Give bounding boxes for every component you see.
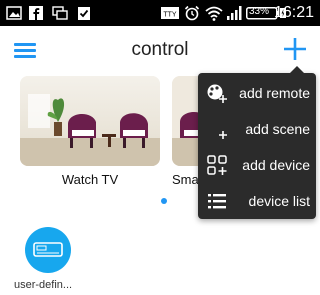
menu-item-label: add scene [245,121,310,137]
page-dot-active [161,198,167,204]
remote-device-tile[interactable]: user-defin... [14,225,82,293]
image-icon [6,6,22,20]
battery-percent: 33% [249,6,270,17]
plus-icon[interactable] [282,36,308,62]
tty-icon: TTY [161,7,179,19]
menu-item-device-list[interactable]: device list [198,183,316,219]
menu-item-add-device[interactable]: add device [198,147,316,183]
device-grid-plus-icon [207,155,227,175]
facebook-icon [29,6,43,20]
remote-plus-icon [207,84,227,103]
signal-icon [227,6,242,20]
scene-label: Watch TV [61,172,119,187]
top-bar: control [0,26,320,74]
scene-image [20,76,160,166]
status-bar: TTY 33% 16:21 [0,0,320,26]
air-conditioner-icon [25,227,71,273]
menu-item-add-scene[interactable]: add scene [198,111,316,147]
add-dropdown-menu: add remote add scene add device device l… [198,66,316,219]
clipboard-check-icon [78,7,90,20]
menu-item-add-remote[interactable]: add remote [198,75,316,111]
list-icon [208,194,226,209]
device-label: user-defin... [14,279,73,291]
menu-item-label: add remote [239,85,310,101]
menu-item-label: add device [242,157,310,173]
status-time: 16:21 [273,4,314,21]
svg-text:TTY: TTY [163,12,177,19]
scene-card-watch-tv[interactable]: Watch TV [20,76,160,196]
scene-plus-icon [209,121,227,139]
wifi-icon [205,6,223,21]
chat-icon [52,6,68,20]
menu-item-label: device list [248,193,310,209]
alarm-icon [184,5,200,21]
page-title: control [131,39,189,60]
